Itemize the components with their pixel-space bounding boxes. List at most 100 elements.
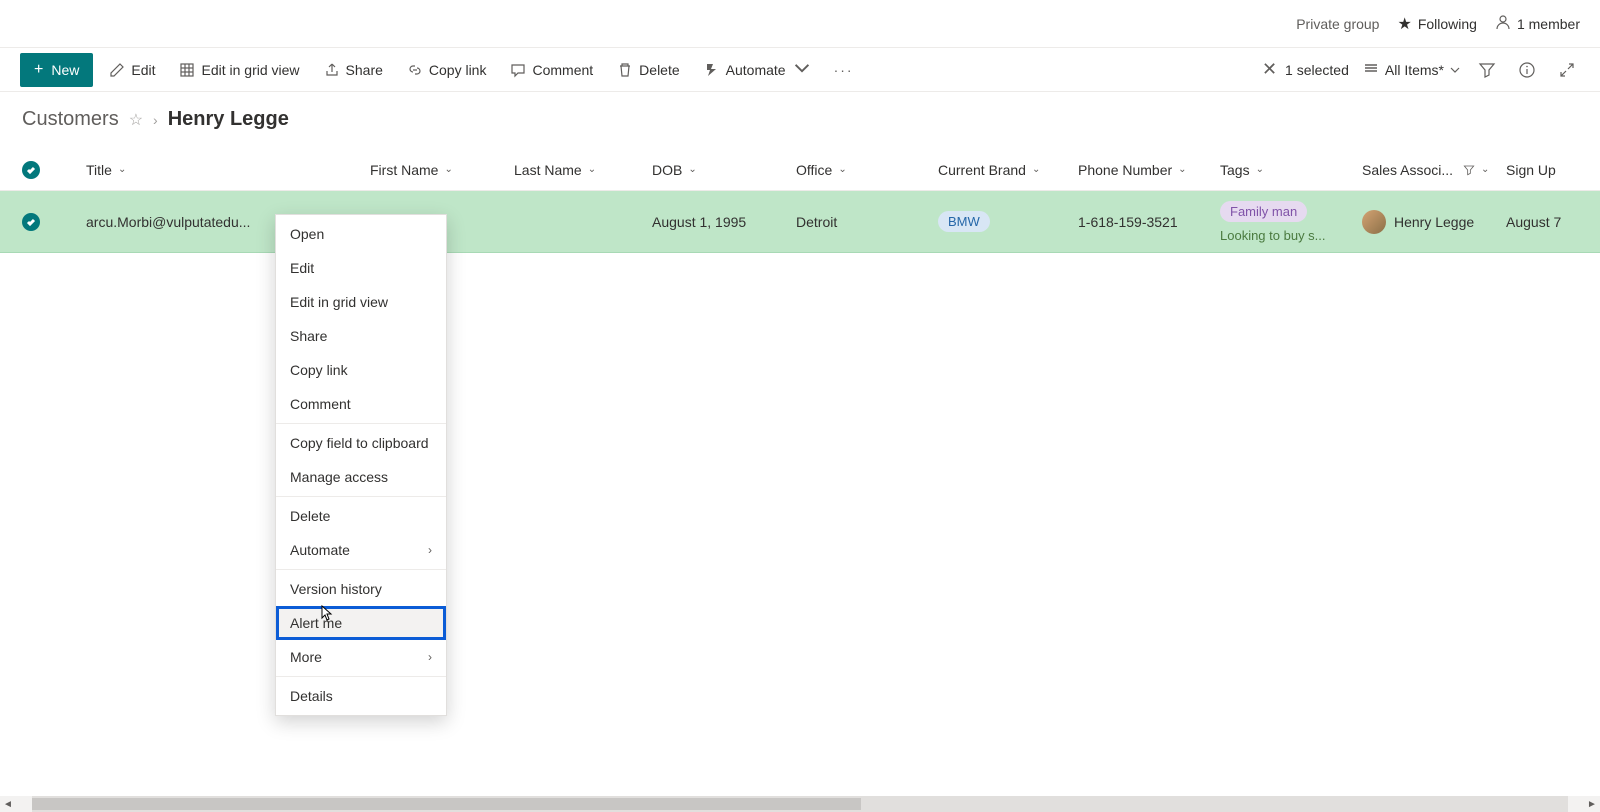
view-name-label: All Items* — [1385, 62, 1444, 78]
selection-indicator[interactable]: ✕ 1 selected — [1262, 59, 1349, 80]
menu-item-edit[interactable]: Edit — [276, 251, 446, 285]
clear-selection-icon[interactable]: ✕ — [1262, 59, 1277, 80]
menu-label: Copy field to clipboard — [290, 435, 429, 451]
menu-item-edit-grid[interactable]: Edit in grid view — [276, 285, 446, 319]
column-signup-label: Sign Up — [1506, 162, 1556, 178]
column-header-office[interactable]: Office⌄ — [788, 162, 930, 178]
scroll-thumb[interactable] — [32, 798, 861, 810]
menu-item-copy-field[interactable]: Copy field to clipboard — [276, 426, 446, 460]
cell-dob: August 1, 1995 — [644, 206, 788, 238]
copy-link-button[interactable]: Copy link — [399, 56, 495, 84]
chevron-down-icon: ⌄ — [118, 164, 126, 175]
link-icon — [407, 62, 423, 78]
column-header-signup[interactable]: Sign Up — [1498, 162, 1578, 178]
column-phone-label: Phone Number — [1078, 162, 1172, 178]
scroll-right-arrow[interactable]: ► — [1584, 796, 1600, 812]
menu-item-open[interactable]: Open — [276, 217, 446, 251]
expand-button[interactable] — [1554, 57, 1580, 83]
delete-label: Delete — [639, 62, 679, 78]
column-tags-label: Tags — [1220, 162, 1250, 178]
column-header-sales[interactable]: Sales Associ... ⌄ — [1354, 162, 1498, 178]
share-label: Share — [346, 62, 383, 78]
column-header-phone[interactable]: Phone Number⌄ — [1070, 162, 1212, 178]
filter-button[interactable] — [1474, 57, 1500, 83]
menu-item-comment[interactable]: Comment — [276, 387, 446, 421]
edit-label: Edit — [131, 62, 155, 78]
menu-label: Manage access — [290, 469, 388, 485]
select-all-cell[interactable] — [22, 161, 78, 179]
view-selector[interactable]: All Items* — [1363, 60, 1460, 79]
menu-item-alert-me[interactable]: Alert me — [276, 606, 446, 640]
menu-item-details[interactable]: Details — [276, 679, 446, 713]
chevron-down-icon: ⌄ — [1256, 164, 1264, 175]
comment-label: Comment — [532, 62, 593, 78]
list-view-icon — [1363, 60, 1379, 79]
star-filled-icon: ★ — [1397, 14, 1411, 34]
scroll-track[interactable] — [32, 796, 1568, 812]
comment-button[interactable]: Comment — [502, 56, 601, 84]
automate-button[interactable]: Automate — [696, 54, 818, 85]
info-bar: Private group ★ Following 1 member — [0, 0, 1600, 48]
edit-button[interactable]: Edit — [101, 56, 163, 84]
chevron-right-icon: › — [428, 543, 432, 557]
menu-label: Share — [290, 328, 327, 344]
menu-item-automate[interactable]: Automate› — [276, 533, 446, 567]
menu-label: Version history — [290, 581, 382, 597]
menu-label: Alert me — [290, 615, 342, 631]
chevron-down-icon — [794, 60, 810, 79]
person-icon — [1495, 14, 1511, 33]
menu-item-manage-access[interactable]: Manage access — [276, 460, 446, 494]
tag-text: Looking to buy s... — [1220, 228, 1340, 243]
breadcrumb-list-link[interactable]: Customers — [22, 108, 119, 131]
info-icon — [1518, 61, 1536, 79]
menu-item-delete[interactable]: Delete — [276, 499, 446, 533]
info-button[interactable] — [1514, 57, 1540, 83]
column-header-title[interactable]: Title⌄ — [78, 162, 362, 178]
row-select-cell[interactable] — [22, 213, 78, 231]
column-dob-label: DOB — [652, 162, 682, 178]
menu-label: Open — [290, 226, 324, 242]
expand-icon — [1558, 61, 1576, 79]
more-commands-button[interactable]: ··· — [826, 56, 862, 84]
plus-icon: + — [34, 61, 43, 79]
menu-label: Edit in grid view — [290, 294, 388, 310]
menu-item-version-history[interactable]: Version history — [276, 572, 446, 606]
column-sales-label: Sales Associ... — [1362, 162, 1453, 178]
menu-item-copy-link[interactable]: Copy link — [276, 353, 446, 387]
favorite-star-icon[interactable]: ☆ — [129, 110, 143, 130]
pencil-icon — [109, 62, 125, 78]
column-header-tags[interactable]: Tags ⌄ — [1212, 162, 1354, 178]
cell-phone: 1-618-159-3521 — [1070, 206, 1212, 238]
column-header-lastname[interactable]: Last Name⌄ — [506, 162, 644, 178]
following-label: Following — [1418, 16, 1477, 32]
scroll-left-arrow[interactable]: ◄ — [0, 796, 16, 812]
horizontal-scrollbar[interactable]: ◄ ► — [0, 796, 1600, 812]
chevron-right-icon: › — [153, 112, 158, 128]
members-label: 1 member — [1517, 16, 1580, 32]
menu-item-share[interactable]: Share — [276, 319, 446, 353]
new-button[interactable]: + New — [20, 53, 93, 87]
cell-tags: Family man Looking to buy s... — [1212, 193, 1354, 251]
share-button[interactable]: Share — [316, 56, 391, 84]
flow-icon — [704, 62, 720, 78]
column-header-brand[interactable]: Current Brand⌄ — [930, 162, 1070, 178]
chevron-down-icon — [1450, 65, 1460, 75]
copy-link-label: Copy link — [429, 62, 487, 78]
avatar — [1362, 210, 1386, 234]
sales-name: Henry Legge — [1394, 214, 1474, 230]
delete-button[interactable]: Delete — [609, 56, 687, 84]
table-header-row: Title⌄ First Name⌄ Last Name⌄ DOB⌄ Offic… — [0, 149, 1600, 191]
column-firstname-label: First Name — [370, 162, 438, 178]
table-row[interactable]: arcu.Morbi@vulputatedu... ⋮ Eric August … — [0, 191, 1600, 253]
members-button[interactable]: 1 member — [1495, 14, 1580, 33]
column-header-firstname[interactable]: First Name⌄ — [362, 162, 506, 178]
chevron-right-icon: › — [428, 650, 432, 664]
grid-icon — [179, 62, 195, 78]
following-button[interactable]: ★ Following — [1397, 14, 1476, 34]
edit-grid-button[interactable]: Edit in grid view — [171, 56, 307, 84]
automate-label: Automate — [726, 62, 786, 78]
menu-item-more[interactable]: More› — [276, 640, 446, 674]
title-text: arcu.Morbi@vulputatedu... — [86, 214, 250, 230]
phone-text: 1-618-159-3521 — [1078, 214, 1178, 230]
column-header-dob[interactable]: DOB⌄ — [644, 162, 788, 178]
